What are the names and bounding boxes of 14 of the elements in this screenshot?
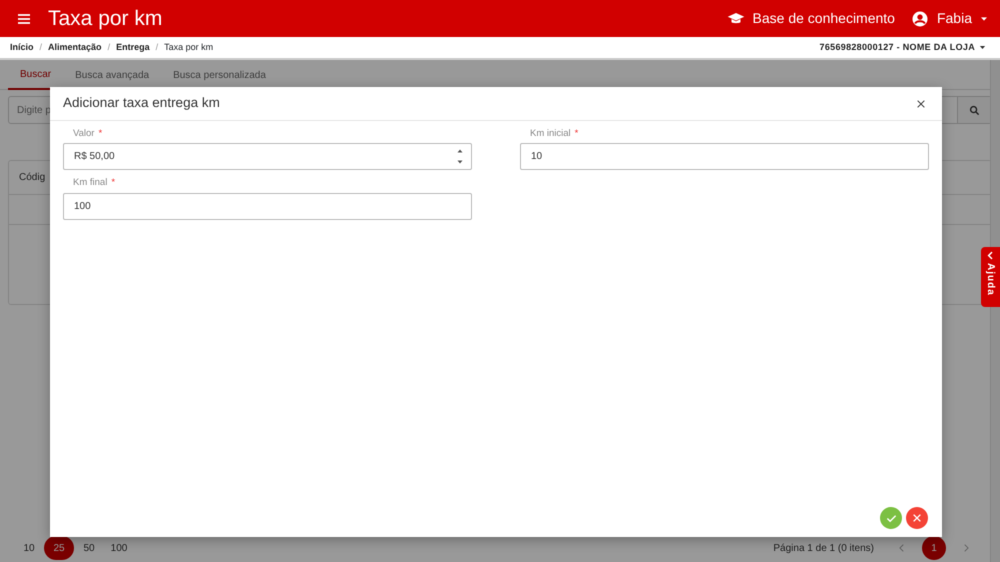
required-mark: * <box>111 176 116 190</box>
breadcrumb-separator: / <box>156 40 158 54</box>
breadcrumb-separator: / <box>40 40 42 54</box>
column-header: Códig <box>19 171 46 185</box>
field-label: Km inicial <box>529 127 571 141</box>
required-mark: * <box>574 127 578 141</box>
breadcrumb-separator: / <box>108 40 110 54</box>
breadcrumb-current: Taxa por km <box>164 40 214 54</box>
page-title: Taxa por km <box>48 6 162 32</box>
required-mark: * <box>98 127 102 141</box>
field-label: Valor <box>72 127 94 141</box>
page-summary: Página 1 de 1 (0 itens) <box>773 542 874 556</box>
dialog-title: Adicionar taxa entrega km <box>63 94 220 112</box>
field-label: Km final <box>72 176 108 190</box>
